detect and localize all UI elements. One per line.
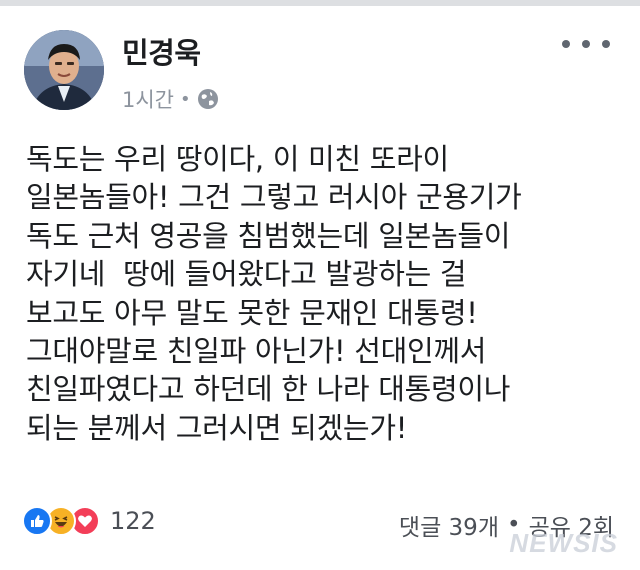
post-text-line: 되는 분께서 그러시면 되겠는가!	[26, 410, 408, 445]
like-icon	[22, 506, 52, 536]
comments-count-link[interactable]: 댓글 39개	[399, 508, 499, 542]
meta-separator: •	[180, 88, 191, 110]
reaction-count: 122	[110, 507, 156, 535]
reactions-summary[interactable]: 122	[22, 506, 156, 536]
avatar[interactable]	[24, 30, 104, 110]
top-divider	[0, 0, 640, 6]
post-text-line: 자기네 땅에 들어왔다고 발광하는 걸	[26, 257, 467, 292]
post-text: 독도는 우리 땅이다, 이 미친 또라이 일본놈들아! 그건 그렇고 러시아 군…	[26, 140, 626, 447]
globe-icon[interactable]	[197, 88, 219, 110]
post-text-line: 독도는 우리 땅이다, 이 미친 또라이	[26, 142, 449, 176]
more-options-icon[interactable]	[562, 32, 610, 56]
post-text-line: 그대야말로 친일파 아닌가! 선대인께서	[26, 334, 487, 369]
more-dot	[582, 40, 590, 48]
post-text-line: 일본놈들아! 그건 그렇고 러시아 군용기가	[26, 180, 522, 215]
author-name[interactable]: 민경욱	[122, 30, 201, 72]
more-dot	[562, 40, 570, 48]
post-text-line: 보고도 아무 말도 못한 문재인 대통령!	[26, 295, 478, 330]
avatar-image	[24, 30, 104, 110]
post-meta: 1시간 •	[122, 84, 219, 114]
post-text-line: 친일파였다고 하던데 한 나라 대통령이나	[26, 372, 511, 407]
more-dot	[602, 40, 610, 48]
post-text-line: 독도 근처 영공을 침범했는데 일본놈들이	[26, 218, 511, 253]
newsis-watermark: NEWSIS	[509, 528, 618, 558]
post-time[interactable]: 1시간	[122, 84, 174, 114]
